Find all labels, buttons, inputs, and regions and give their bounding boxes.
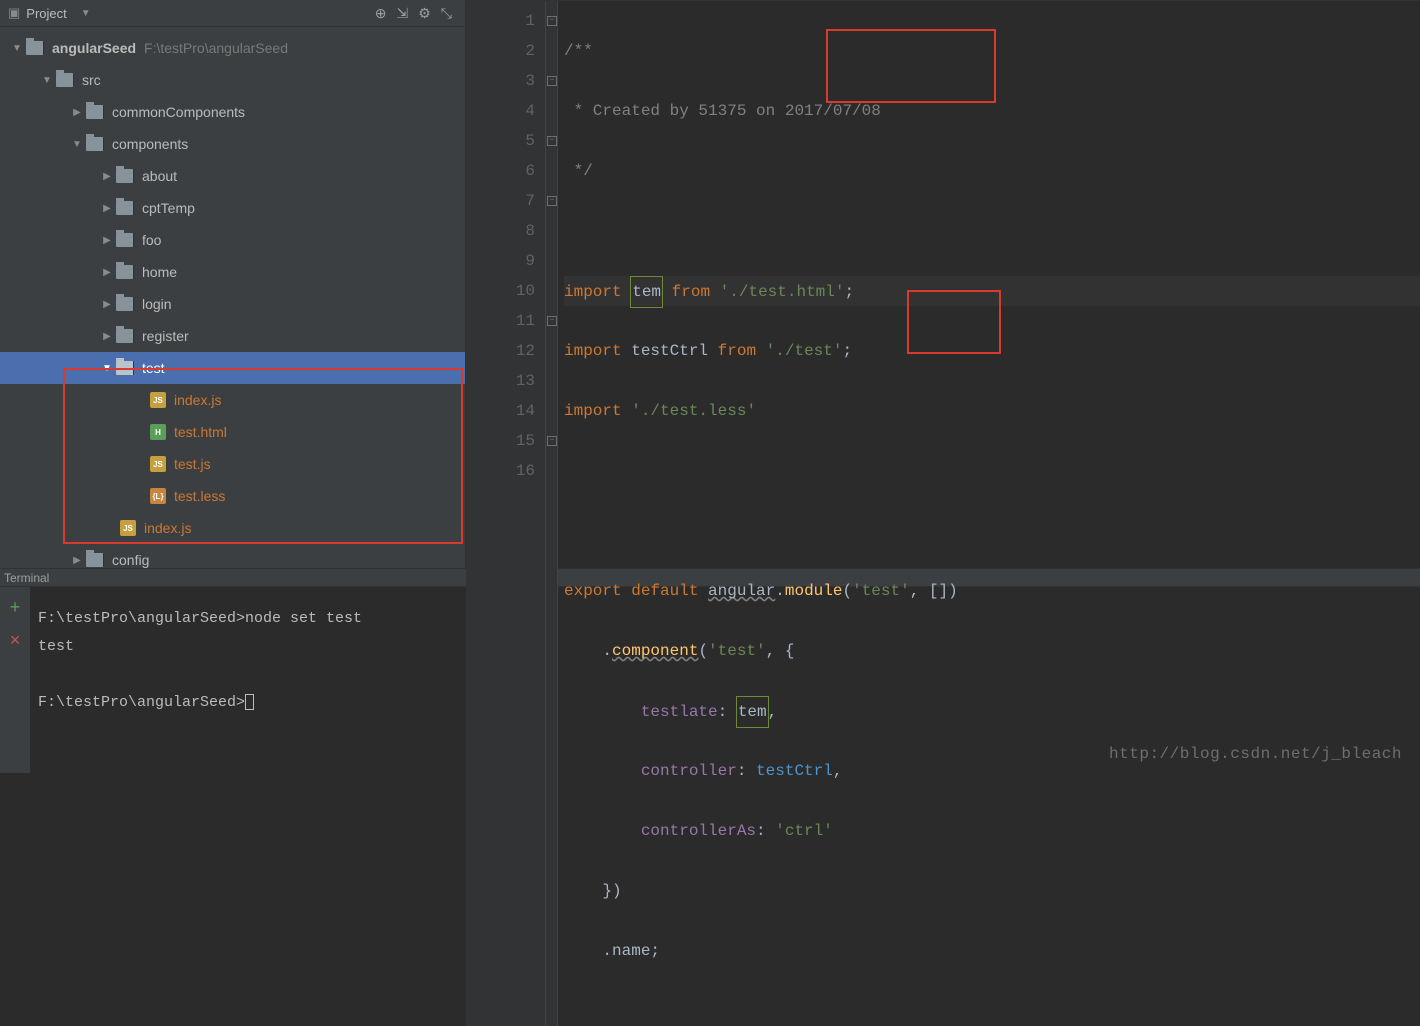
tree-folder-login[interactable]: ▶ login	[0, 288, 465, 320]
tree-label: components	[112, 136, 188, 152]
sidebar-header: ▣ Project ▼ ⊕ ⇲ ⚙ ⤡	[0, 0, 465, 27]
folder-icon	[86, 105, 104, 119]
tree-folder-commoncomponents[interactable]: ▶ commonComponents	[0, 96, 465, 128]
project-tool-icon: ▣	[8, 5, 20, 21]
chevron-right-icon[interactable]: ▶	[70, 555, 84, 566]
folder-icon	[116, 297, 134, 311]
tree-label: angularSeed	[52, 40, 136, 56]
sidebar-title: Project	[26, 6, 66, 21]
fold-icon[interactable]: −	[547, 76, 557, 86]
project-tree[interactable]: ▼ angularSeed F:\testPro\angularSeed ▼ s…	[0, 27, 465, 568]
tree-label: test.less	[174, 488, 225, 504]
folder-icon	[116, 169, 134, 183]
tree-file-src-index-js[interactable]: JS index.js	[0, 512, 465, 544]
tree-path: F:\testPro\angularSeed	[144, 40, 288, 56]
chevron-right-icon[interactable]: ▶	[100, 299, 114, 310]
tree-label: home	[142, 264, 177, 280]
tree-label: config	[112, 552, 149, 568]
collapse-all-icon[interactable]: ⇲	[397, 5, 409, 22]
fold-icon[interactable]: −	[547, 316, 557, 326]
tree-file-index-js[interactable]: JS index.js	[0, 384, 465, 416]
folder-icon	[56, 73, 74, 87]
editor-area: JS set.js × JS test\index.js × JS bar.js…	[466, 0, 1420, 568]
tree-label: commonComponents	[112, 104, 245, 120]
hide-icon[interactable]: ⤡	[441, 5, 452, 22]
fold-icon[interactable]: −	[547, 196, 557, 206]
tree-file-test-js[interactable]: JS test.js	[0, 448, 465, 480]
folder-icon	[116, 361, 134, 375]
code-editor[interactable]: 12345678910111213141516 − − − − − − /** …	[466, 1, 1420, 1026]
project-sidebar: ▣ Project ▼ ⊕ ⇲ ⚙ ⤡ ▼ angularSeed F:\tes…	[0, 0, 466, 568]
tree-label: login	[142, 296, 172, 312]
tree-label: about	[142, 168, 177, 184]
chevron-down-icon[interactable]: ▼	[100, 363, 114, 374]
chevron-down-icon[interactable]: ▼	[81, 8, 91, 19]
tree-file-test-html[interactable]: H test.html	[0, 416, 465, 448]
fold-icon[interactable]: −	[547, 436, 557, 446]
tree-label: index.js	[144, 520, 191, 536]
tree-folder-cpttemp[interactable]: ▶ cptTemp	[0, 192, 465, 224]
close-icon[interactable]: ×	[10, 630, 21, 651]
tree-label: register	[142, 328, 189, 344]
plus-icon[interactable]: +	[10, 597, 21, 618]
fold-icon[interactable]: −	[547, 136, 557, 146]
js-file-icon: JS	[120, 520, 136, 536]
js-file-icon: JS	[150, 456, 166, 472]
tree-file-test-less[interactable]: {L} test.less	[0, 480, 465, 512]
tree-folder-register[interactable]: ▶ register	[0, 320, 465, 352]
tree-label: test.js	[174, 456, 211, 472]
tree-folder-foo[interactable]: ▶ foo	[0, 224, 465, 256]
chevron-down-icon[interactable]: ▼	[40, 75, 54, 86]
code-content[interactable]: /** * Created by 51375 on 2017/07/08 */ …	[558, 1, 1420, 1026]
tree-folder-src[interactable]: ▼ src	[0, 64, 465, 96]
folder-icon	[26, 41, 44, 55]
chevron-right-icon[interactable]: ▶	[100, 171, 114, 182]
folder-icon	[116, 329, 134, 343]
tree-folder-home[interactable]: ▶ home	[0, 256, 465, 288]
js-file-icon: JS	[150, 392, 166, 408]
chevron-right-icon[interactable]: ▶	[100, 235, 114, 246]
folder-icon	[116, 265, 134, 279]
line-gutter: 12345678910111213141516	[466, 1, 546, 1026]
chevron-right-icon[interactable]: ▶	[100, 203, 114, 214]
folder-icon	[86, 137, 104, 151]
chevron-right-icon[interactable]: ▶	[100, 267, 114, 278]
chevron-down-icon[interactable]: ▼	[10, 43, 24, 54]
tree-label: test	[142, 360, 165, 376]
tree-label: src	[82, 72, 101, 88]
gear-icon[interactable]: ⚙	[418, 5, 431, 22]
tree-label: index.js	[174, 392, 221, 408]
cursor	[245, 694, 254, 710]
chevron-right-icon[interactable]: ▶	[70, 107, 84, 118]
tree-folder-config[interactable]: ▶ config	[0, 544, 465, 568]
less-file-icon: {L}	[150, 488, 166, 504]
tree-root[interactable]: ▼ angularSeed F:\testPro\angularSeed	[0, 32, 465, 64]
tree-folder-test[interactable]: ▼ test	[0, 352, 465, 384]
tree-folder-components[interactable]: ▼ components	[0, 128, 465, 160]
terminal-toolbar: + ×	[0, 587, 30, 773]
fold-icon[interactable]: −	[547, 16, 557, 26]
folder-icon	[116, 201, 134, 215]
folder-icon	[116, 233, 134, 247]
locate-icon[interactable]: ⊕	[375, 5, 387, 22]
tree-label: test.html	[174, 424, 227, 440]
tree-folder-about[interactable]: ▶ about	[0, 160, 465, 192]
chevron-down-icon[interactable]: ▼	[70, 139, 84, 150]
chevron-right-icon[interactable]: ▶	[100, 331, 114, 342]
fold-gutter: − − − − − −	[546, 1, 558, 1026]
tree-label: cptTemp	[142, 200, 195, 216]
html-file-icon: H	[150, 424, 166, 440]
watermark: http://blog.csdn.net/j_bleach	[1109, 745, 1402, 763]
folder-icon	[86, 553, 104, 567]
tree-label: foo	[142, 232, 161, 248]
